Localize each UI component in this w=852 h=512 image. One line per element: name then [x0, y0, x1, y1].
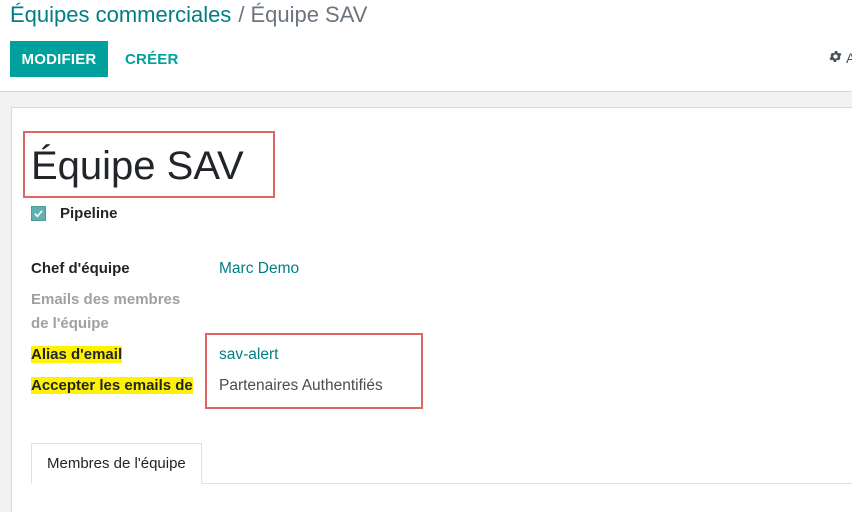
accept-emails-value: Partenaires Authentifiés [219, 377, 383, 394]
edit-button[interactable]: MODIFIER [10, 41, 108, 77]
tab-team-members[interactable]: Membres de l'équipe [31, 443, 202, 484]
create-button[interactable]: CRÉER [116, 41, 188, 77]
email-alias-label: Alias d'email [31, 343, 201, 367]
pipeline-label: Pipeline [60, 205, 118, 222]
breadcrumb-sales-teams-link[interactable]: Équipes commerciales [10, 2, 231, 27]
accept-emails-label: Accepter les emails de [31, 374, 201, 398]
email-alias-label-text: Alias d'email [31, 346, 123, 363]
accept-emails-label-text: Accepter les emails de [31, 377, 193, 394]
action-menu-label: A [846, 50, 852, 66]
odoo-form-view: Équipes commerciales / Équipe SAV MODIFIER… [0, 0, 852, 512]
record-title: Équipe SAV [31, 144, 244, 188]
gear-icon [828, 49, 843, 67]
breadcrumb-separator: / [238, 2, 245, 27]
action-menu[interactable]: A [828, 49, 852, 67]
member-emails-label: Emails des membres de l'équipe [31, 291, 181, 332]
pipeline-option: Pipeline [31, 205, 118, 222]
pipeline-checkbox[interactable] [31, 206, 46, 221]
team-leader-label: Chef d'équipe [31, 260, 130, 277]
team-leader-value[interactable]: Marc Demo [219, 257, 299, 281]
breadcrumb-current: Équipe SAV [250, 2, 368, 27]
breadcrumb: Équipes commerciales / Équipe SAV [10, 1, 367, 29]
email-alias-value[interactable]: sav-alert [219, 343, 278, 367]
check-icon [34, 210, 43, 218]
